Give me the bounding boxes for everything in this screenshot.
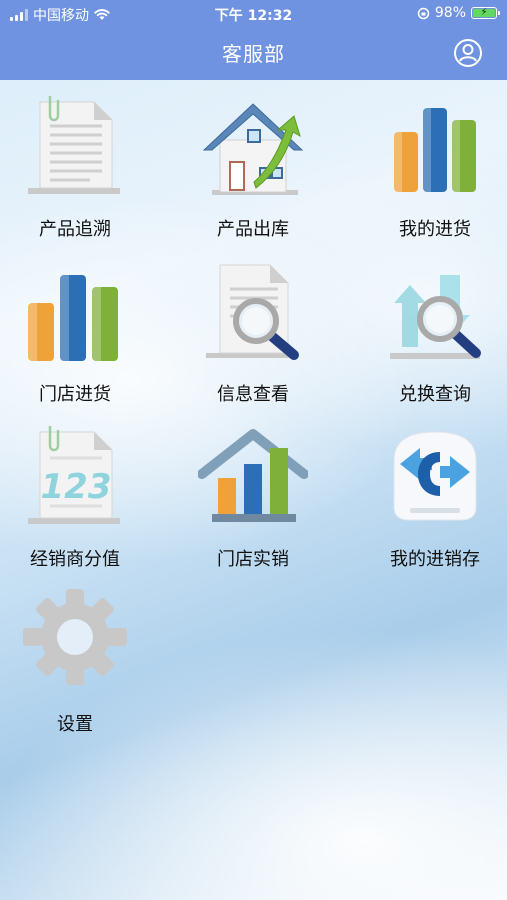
menu-label: 信息查看 <box>217 384 289 405</box>
menu-item-store-sales[interactable]: 门店实销 <box>178 410 328 570</box>
house-chart-icon <box>198 429 308 522</box>
orientation-lock-icon <box>417 7 430 19</box>
bar-chart-icon <box>394 108 476 192</box>
menu-label: 门店实销 <box>217 549 289 570</box>
menu-item-dealer-score[interactable]: 123 经销商分值 <box>0 410 150 570</box>
house-arrow-icon <box>202 103 304 195</box>
page-title: 客服部 <box>222 42 285 66</box>
menu-item-info-view[interactable]: 信息查看 <box>178 245 328 405</box>
exchange-search-icon <box>390 275 481 359</box>
inventory-arrows-icon <box>393 431 477 521</box>
menu-label: 产品追溯 <box>39 219 111 240</box>
profile-button[interactable] <box>453 38 483 68</box>
menu-label: 门店进货 <box>39 384 111 405</box>
menu-label: 产品出库 <box>217 219 289 240</box>
bar-chart-icon <box>28 275 118 361</box>
menu-label: 兑换查询 <box>399 384 471 405</box>
gear-icon <box>23 589 127 685</box>
document-search-icon <box>206 264 299 360</box>
menu-item-my-purchase[interactable]: 我的进货 <box>360 80 507 240</box>
menu-item-exchange-query[interactable]: 兑换查询 <box>360 245 507 405</box>
user-circle-icon <box>454 39 482 67</box>
document-123-icon: 123 <box>28 426 120 524</box>
battery-icon: ⚡ <box>471 7 500 19</box>
menu-item-settings[interactable]: 设置 <box>0 575 150 735</box>
menu-item-my-inventory[interactable]: 我的进销存 <box>360 410 507 570</box>
menu-label: 经销商分值 <box>30 549 120 570</box>
menu-item-store-purchase[interactable]: 门店进货 <box>0 245 150 405</box>
menu-label: 我的进销存 <box>390 549 480 570</box>
menu-label: 设置 <box>57 714 93 735</box>
status-bar: 中国移动 下午 12:32 98% ⚡ <box>0 0 507 28</box>
document-icon <box>28 96 120 194</box>
battery-percent: 98% <box>434 5 466 21</box>
svg-text:123: 123 <box>41 467 112 507</box>
menu-item-product-trace[interactable]: 产品追溯 <box>0 80 150 240</box>
menu-item-product-outbound[interactable]: 产品出库 <box>178 80 328 240</box>
menu-label: 我的进货 <box>399 219 471 240</box>
header-bar: 中国移动 下午 12:32 98% ⚡ 客服部 <box>0 0 507 80</box>
